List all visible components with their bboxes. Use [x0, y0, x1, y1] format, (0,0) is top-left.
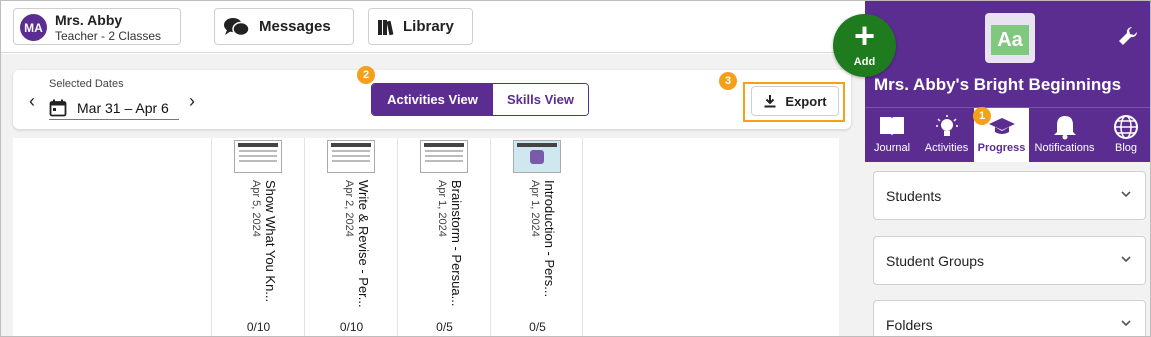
student-groups-label: Student Groups	[886, 253, 985, 269]
activities-grid: Apr 5, 2024 Show What You Kn... 0/10 Apr…	[13, 138, 839, 336]
activity-thumbnail[interactable]	[420, 140, 468, 173]
tab-notifications-label: Notifications	[1034, 142, 1095, 154]
step-badge-3: 3	[719, 72, 737, 90]
activity-thumbnail[interactable]	[513, 140, 561, 173]
user-menu-button[interactable]: MA Mrs. Abby Teacher - 2 Classes	[13, 8, 181, 45]
view-toggle: Activities View Skills View	[371, 83, 589, 116]
class-name: Mrs. Abby's Bright Beginnings	[874, 75, 1122, 94]
class-logo: Aa	[985, 13, 1035, 63]
chevron-down-icon	[1121, 320, 1131, 327]
library-button[interactable]: Library	[368, 8, 473, 45]
tab-blog[interactable]: Blog	[1100, 108, 1150, 162]
tab-blog-label: Blog	[1114, 142, 1138, 154]
folders-label: Folders	[886, 317, 933, 333]
tab-journal-label: Journal	[873, 142, 911, 154]
tab-activities[interactable]: Activities	[919, 108, 974, 162]
date-range-text: Mar 31 – Apr 6	[77, 99, 169, 116]
students-label: Students	[886, 188, 942, 204]
activity-title: Introduction - Pers...	[542, 180, 557, 298]
calendar-icon	[49, 99, 67, 116]
next-week-chevron-icon[interactable]: ›	[189, 92, 195, 110]
messages-button[interactable]: Messages	[214, 8, 354, 45]
activity-column[interactable]: Apr 1, 2024 Brainstorm - Persua... 0/5	[397, 138, 490, 336]
step-badge-1: 1	[973, 107, 991, 125]
wrench-icon[interactable]	[1117, 25, 1139, 53]
tab-notifications[interactable]: Notifications	[1029, 108, 1100, 162]
globe-icon	[1100, 114, 1150, 140]
main-content: ‹ Selected Dates Mar 31 – Apr 6 › 2 Acti…	[1, 54, 865, 336]
skills-view-button[interactable]: Skills View	[493, 84, 588, 115]
add-button[interactable]: + Add	[833, 14, 896, 77]
activity-score: 0/5	[529, 320, 546, 334]
class-logo-text: Aa	[991, 25, 1029, 55]
toolbar: ‹ Selected Dates Mar 31 – Apr 6 › 2 Acti…	[13, 66, 851, 129]
step-badge-2: 2	[357, 66, 375, 84]
date-range-picker[interactable]: Mar 31 – Apr 6	[49, 96, 179, 120]
activity-thumbnail[interactable]	[234, 140, 282, 173]
library-label: Library	[403, 18, 454, 35]
chevron-down-icon	[1121, 191, 1131, 198]
class-header: Aa Mrs. Abby's Bright Beginnings	[865, 1, 1150, 107]
previous-week-chevron-icon[interactable]: ‹	[29, 92, 35, 110]
activity-title: Show What You Kn...	[263, 180, 278, 303]
activity-title: Write & Revise - Per...	[356, 180, 371, 308]
selected-dates-label: Selected Dates	[49, 78, 124, 90]
activity-column[interactable]: Apr 5, 2024 Show What You Kn... 0/10	[211, 138, 304, 336]
avatar: MA	[20, 14, 47, 41]
bell-icon	[1029, 114, 1100, 140]
app-window: MA Mrs. Abby Teacher - 2 Classes Message…	[0, 0, 1151, 337]
messages-label: Messages	[259, 18, 331, 35]
right-panel: Aa Mrs. Abby's Bright Beginnings Journal	[865, 1, 1150, 336]
activity-column[interactable]: Apr 1, 2024 Introduction - Pers... 0/5	[490, 138, 583, 336]
book-icon	[865, 114, 919, 140]
activity-score: 0/5	[436, 320, 453, 334]
student-groups-accordion[interactable]: Student Groups	[873, 236, 1146, 285]
students-accordion[interactable]: Students	[873, 171, 1146, 220]
user-role: Teacher - 2 Classes	[55, 29, 162, 43]
folders-accordion[interactable]: Folders	[873, 300, 1146, 336]
user-name: Mrs. Abby	[55, 12, 123, 28]
add-label: Add	[853, 56, 876, 68]
lightbulb-icon	[919, 114, 974, 140]
plus-icon: +	[853, 15, 876, 56]
export-button[interactable]: Export	[751, 86, 839, 116]
chevron-down-icon	[1121, 256, 1131, 263]
activity-thumbnail[interactable]	[327, 140, 375, 173]
activity-score: 0/10	[339, 320, 364, 334]
activity-title: Brainstorm - Persua...	[449, 180, 464, 307]
activity-score: 0/10	[246, 320, 271, 334]
panel-tabs: Journal Activities Progress Notification…	[865, 107, 1150, 162]
activities-view-button[interactable]: Activities View	[372, 84, 493, 115]
export-label: Export	[785, 93, 827, 109]
chat-bubbles-icon	[224, 17, 250, 36]
tab-journal[interactable]: Journal	[865, 108, 919, 162]
library-books-icon	[378, 19, 394, 35]
tab-activities-label: Activities	[924, 142, 969, 154]
download-icon	[764, 95, 776, 108]
tab-progress-label: Progress	[977, 142, 1026, 154]
top-bar: MA Mrs. Abby Teacher - 2 Classes Message…	[1, 1, 865, 53]
activity-column[interactable]: Apr 2, 2024 Write & Revise - Per... 0/10	[304, 138, 397, 336]
